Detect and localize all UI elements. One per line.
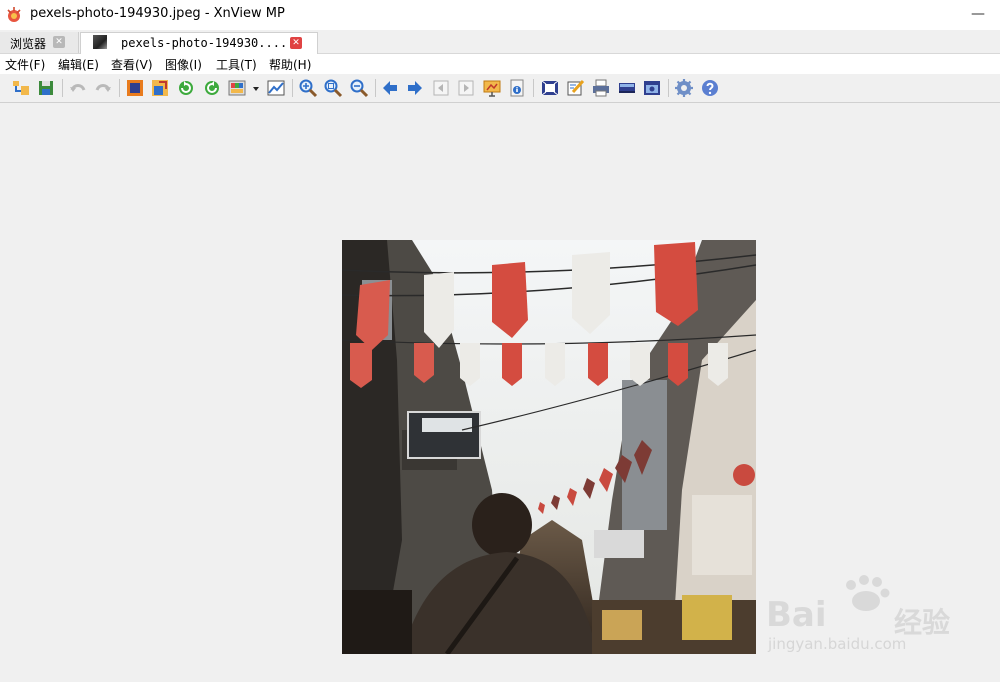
xnview-app-icon[interactable]: [5, 6, 23, 24]
next-icon[interactable]: [405, 78, 425, 98]
zoom-fit-icon[interactable]: [323, 78, 343, 98]
levels-icon[interactable]: [266, 78, 286, 98]
zoom-in-icon[interactable]: [298, 78, 318, 98]
browser-icon[interactable]: [11, 78, 31, 98]
menu-view[interactable]: 查看(V): [111, 56, 153, 73]
dropdown-arrow-icon[interactable]: [250, 78, 262, 98]
tab-image-label: pexels-photo-194930....: [121, 36, 288, 50]
toolbar-separator: [62, 79, 63, 97]
tab-bar: 浏览器 ✕ pexels-photo-194930.... ✕: [0, 30, 1000, 54]
redo-icon[interactable]: [93, 78, 113, 98]
menu-help[interactable]: 帮助(H): [269, 56, 311, 73]
tab-image[interactable]: pexels-photo-194930.... ✕: [80, 32, 318, 54]
print-icon[interactable]: [591, 78, 611, 98]
baidu-jingyan-watermark: Bai 经验 jingyan.baidu.com: [766, 573, 996, 668]
settings-icon[interactable]: [674, 78, 694, 98]
fullscreen-icon[interactable]: [540, 78, 560, 98]
info-icon[interactable]: [507, 78, 527, 98]
menu-file[interactable]: 文件(F): [5, 56, 45, 73]
toolbar-separator: [375, 79, 376, 97]
menu-edit[interactable]: 编辑(E): [58, 56, 99, 73]
crop-icon[interactable]: [125, 78, 145, 98]
slideshow-icon[interactable]: [482, 78, 502, 98]
window-title: pexels-photo-194930.jpeg - XnView MP: [30, 6, 285, 21]
title-bar: pexels-photo-194930.jpeg - XnView MP —: [0, 0, 1000, 30]
toolbar-separator: [119, 79, 120, 97]
edit-icon[interactable]: [566, 78, 586, 98]
zoom-out-icon[interactable]: [349, 78, 369, 98]
image-viewer-area[interactable]: Bai 经验 jingyan.baidu.com: [0, 103, 1000, 682]
menu-bar: 文件(F) 编辑(E) 查看(V) 图像(I) 工具(T) 帮助(H): [0, 54, 1000, 74]
toolbar-separator: [668, 79, 669, 97]
first-page-icon[interactable]: [431, 78, 451, 98]
minimize-button[interactable]: —: [966, 4, 990, 26]
street-photo-image[interactable]: [341, 240, 757, 656]
toolbar-separator: [292, 79, 293, 97]
watermark-brand: Bai: [766, 595, 827, 635]
capture-icon[interactable]: [642, 78, 662, 98]
help-icon[interactable]: [700, 78, 720, 98]
toolbar-separator: [533, 79, 534, 97]
menu-image[interactable]: 图像(I): [165, 56, 202, 73]
close-icon[interactable]: ✕: [53, 36, 65, 48]
rotate-right-icon[interactable]: [202, 78, 222, 98]
image-thumbnail-icon: [93, 35, 107, 49]
undo-icon[interactable]: [68, 78, 88, 98]
color-adjust-icon[interactable]: [227, 78, 247, 98]
menu-tools[interactable]: 工具(T): [216, 56, 257, 73]
close-icon[interactable]: ✕: [290, 37, 302, 49]
resize-icon[interactable]: [150, 78, 170, 98]
watermark-url: jingyan.baidu.com: [768, 635, 907, 653]
rotate-left-icon[interactable]: [176, 78, 196, 98]
previous-icon[interactable]: [380, 78, 400, 98]
scan-icon[interactable]: [617, 78, 637, 98]
tab-browser[interactable]: 浏览器 ✕: [0, 32, 79, 53]
toolbar: [0, 75, 1000, 103]
save-icon[interactable]: [36, 78, 56, 98]
tab-browser-label: 浏览器: [10, 37, 47, 51]
last-page-icon[interactable]: [456, 78, 476, 98]
